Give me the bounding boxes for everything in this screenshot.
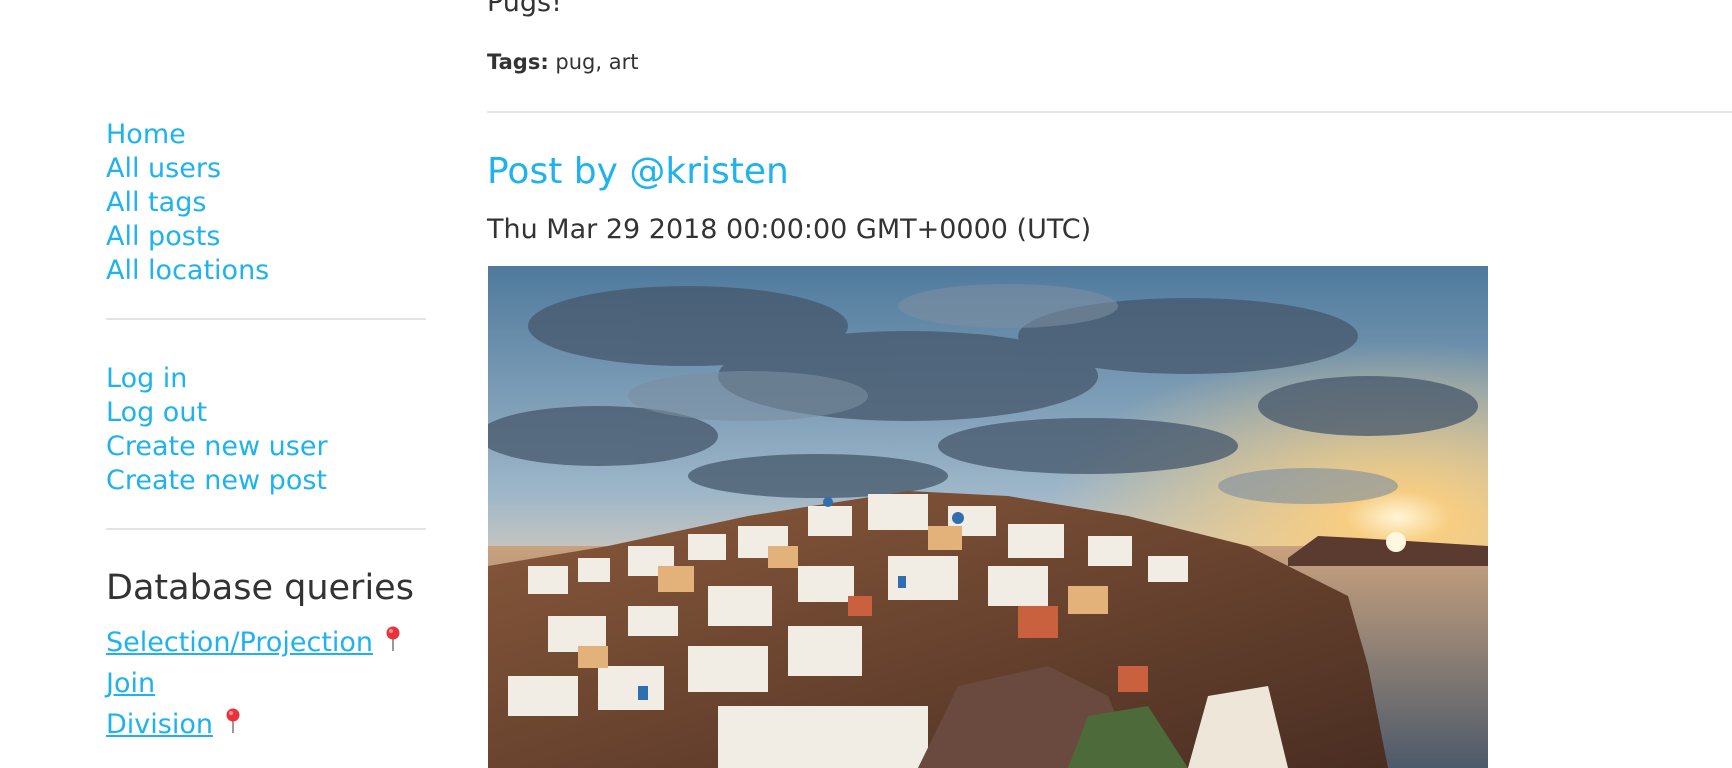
sidebar-divider	[106, 528, 426, 530]
log-in-link[interactable]: Log in	[106, 362, 426, 396]
join-link[interactable]: Join	[106, 667, 426, 701]
main-nav: Home All users All tags All posts All lo…	[106, 118, 426, 288]
post-date: Thu Mar 29 2018 00:00:00 GMT+0000 (UTC)	[487, 214, 1092, 245]
post-image	[488, 266, 1488, 768]
create-new-user-link[interactable]: Create new user	[106, 430, 426, 464]
selection-projection-link[interactable]: Selection/Projection	[106, 626, 426, 660]
nav-all-locations-link[interactable]: All locations	[106, 254, 426, 288]
pin-icon	[386, 626, 400, 651]
post-divider	[487, 111, 1732, 113]
page: Home All users All tags All posts All lo…	[0, 0, 1732, 768]
nav-all-tags-link[interactable]: All tags	[106, 186, 426, 220]
query-links: Selection/Projection Join Division	[106, 626, 426, 742]
nav-home-link[interactable]: Home	[106, 118, 426, 152]
sidebar-divider	[106, 318, 426, 320]
create-new-post-link[interactable]: Create new post	[106, 464, 426, 498]
pin-icon	[226, 708, 240, 733]
tags-label: Tags:	[487, 50, 549, 74]
sidebar: Home All users All tags All posts All lo…	[106, 118, 426, 742]
account-nav: Log in Log out Create new user Create ne…	[106, 362, 426, 498]
division-link[interactable]: Division	[106, 708, 426, 742]
database-queries-heading: Database queries	[106, 568, 414, 608]
post-author-link[interactable]: Post by @kristen	[487, 150, 789, 194]
tags-value: pug, art	[555, 50, 639, 74]
log-out-link[interactable]: Log out	[106, 396, 426, 430]
query-label: Division	[106, 709, 213, 740]
santorini-photo	[488, 266, 1488, 768]
query-label: Selection/Projection	[106, 627, 374, 658]
nav-all-users-link[interactable]: All users	[106, 152, 426, 186]
previous-post-body: Pugs!	[487, 0, 562, 18]
previous-post-tags: Tags: pug, art	[487, 48, 638, 76]
query-label: Join	[106, 668, 156, 699]
nav-all-posts-link[interactable]: All posts	[106, 220, 426, 254]
